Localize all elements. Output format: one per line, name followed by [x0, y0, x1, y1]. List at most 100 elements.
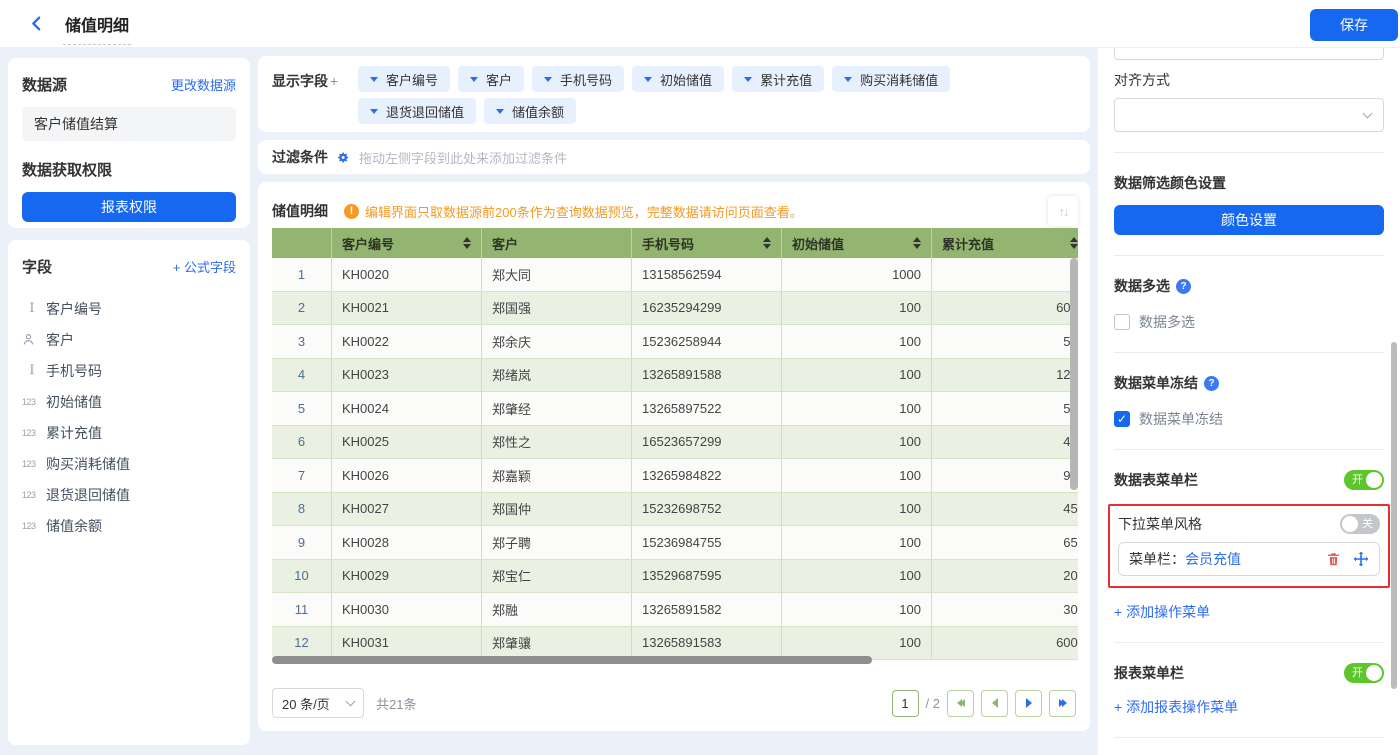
- add-formula-field-link[interactable]: + 公式字段: [173, 257, 236, 276]
- display-field-chip[interactable]: 累计充值: [732, 66, 824, 92]
- table-horizontal-scrollbar[interactable]: [272, 656, 872, 664]
- field-label: 购买消耗储值: [46, 454, 130, 474]
- number-field-icon: 123: [22, 428, 46, 438]
- cell-initial-value: 100: [782, 426, 932, 459]
- dropdown-style-toggle-off[interactable]: 关: [1340, 514, 1380, 534]
- table-row[interactable]: 12KH0031郑肇骧132658915831006000: [272, 627, 1078, 661]
- panel-vertical-scrollbar[interactable]: [1391, 342, 1397, 689]
- display-field-chip[interactable]: 手机号码: [532, 66, 624, 92]
- row-number: 2: [272, 292, 332, 325]
- help-icon[interactable]: ?: [1176, 279, 1191, 294]
- sort-icon[interactable]: [1070, 237, 1078, 249]
- field-item[interactable]: I客户编号: [22, 293, 236, 324]
- save-button[interactable]: 保存: [1310, 9, 1398, 41]
- report-menubar-toggle-on[interactable]: 开: [1344, 663, 1384, 683]
- field-item[interactable]: 123储值余额: [22, 510, 236, 541]
- toggle-on-label: 开: [1352, 474, 1363, 487]
- menu-item-prefix: 菜单栏：: [1129, 549, 1185, 569]
- column-header[interactable]: 手机号码: [632, 228, 782, 258]
- warning-icon: !: [344, 204, 359, 219]
- chip-label: 客户: [486, 70, 512, 89]
- menu-freeze-checkbox-row[interactable]: ✓ 数据菜单冻结: [1114, 409, 1384, 429]
- caret-down-icon: [470, 77, 478, 86]
- checkbox-checked[interactable]: ✓: [1114, 411, 1130, 427]
- column-header[interactable]: 客户编号: [332, 228, 482, 258]
- add-report-menu-link[interactable]: + 添加报表操作菜单: [1114, 697, 1238, 717]
- row-number: 12: [272, 627, 332, 660]
- field-item[interactable]: 客户: [22, 324, 236, 355]
- cell-customer-code: KH0029: [332, 560, 482, 593]
- checkbox-unchecked[interactable]: [1114, 314, 1130, 330]
- table-vertical-scrollbar[interactable]: [1070, 258, 1078, 490]
- trash-icon[interactable]: [1326, 551, 1341, 567]
- page-size-select[interactable]: 20 条/页: [272, 688, 364, 718]
- sort-order-button[interactable]: ↑↓: [1048, 196, 1078, 226]
- display-field-chip[interactable]: 退货退回储值: [358, 98, 476, 124]
- multi-select-checkbox-row[interactable]: 数据多选: [1114, 312, 1384, 332]
- cell-initial-value: 100: [782, 292, 932, 325]
- cell-phone: 13265897522: [632, 392, 782, 425]
- column-header[interactable]: 累计充值: [932, 228, 1078, 258]
- cell-customer-code: KH0025: [332, 426, 482, 459]
- prev-page-button[interactable]: [981, 690, 1008, 717]
- row-number: 7: [272, 459, 332, 492]
- current-page-input[interactable]: 1: [892, 690, 919, 717]
- align-select[interactable]: [1114, 98, 1384, 132]
- sort-icon[interactable]: [763, 237, 771, 249]
- field-list: I客户编号客户I手机号码123初始储值123累计充值123购买消耗储值123退货…: [22, 293, 236, 541]
- display-field-chip[interactable]: 客户: [458, 66, 524, 92]
- change-datasource-link[interactable]: 更改数据源: [171, 75, 236, 94]
- text-field-icon: I: [22, 363, 42, 378]
- table-row[interactable]: 4KH0023郑绪岚132658915881001200: [272, 359, 1078, 393]
- color-settings-button[interactable]: 颜色设置: [1114, 205, 1384, 235]
- display-field-chip[interactable]: 客户编号: [358, 66, 450, 92]
- dropdown-style-label: 下拉菜单风格: [1118, 514, 1202, 534]
- table-menubar-toggle-on[interactable]: 开: [1344, 470, 1384, 490]
- first-page-button[interactable]: [947, 690, 974, 717]
- add-display-field-icon[interactable]: +: [330, 73, 338, 89]
- cell-phone: 16235294299: [632, 292, 782, 325]
- menu-bar-item[interactable]: 菜单栏： 会员充值: [1118, 542, 1380, 576]
- back-icon[interactable]: [28, 15, 45, 32]
- add-action-menu-link[interactable]: + 添加操作菜单: [1114, 602, 1210, 622]
- table-row[interactable]: 8KH0027郑国仲15232698752100450: [272, 493, 1078, 527]
- table-row[interactable]: 6KH0025郑性之16523657299100400: [272, 426, 1078, 460]
- field-item[interactable]: 123购买消耗储值: [22, 448, 236, 479]
- sort-icon[interactable]: [913, 237, 921, 249]
- last-page-button[interactable]: [1049, 690, 1076, 717]
- table-row[interactable]: 1KH0020郑大同1315856259410000: [272, 258, 1078, 292]
- field-label: 储值余额: [46, 516, 102, 536]
- next-page-button[interactable]: [1015, 690, 1042, 717]
- move-icon[interactable]: [1353, 551, 1369, 567]
- cell-phone: 13529687595: [632, 560, 782, 593]
- table-row[interactable]: 3KH0022郑余庆15236258944100500: [272, 325, 1078, 359]
- column-label: 客户: [492, 234, 621, 253]
- report-permission-button[interactable]: 报表权限: [22, 192, 236, 222]
- display-field-chip[interactable]: 储值余额: [484, 98, 576, 124]
- table-row[interactable]: 9KH0028郑子聘15236984755100650: [272, 526, 1078, 560]
- display-field-chip[interactable]: 购买消耗储值: [832, 66, 950, 92]
- cell-phone: 15236984755: [632, 526, 782, 559]
- filter-card[interactable]: 过滤条件 拖动左侧字段到此处来添加过滤条件: [258, 140, 1090, 174]
- row-number: 6: [272, 426, 332, 459]
- display-field-chip[interactable]: 初始储值: [632, 66, 724, 92]
- column-header[interactable]: 初始储值: [782, 228, 932, 258]
- multi-select-title: 数据多选 ?: [1114, 276, 1384, 296]
- datasource-value[interactable]: 客户储值结算: [22, 107, 236, 141]
- field-item[interactable]: 123退货退回储值: [22, 479, 236, 510]
- field-item[interactable]: 123累计充值: [22, 417, 236, 448]
- table-row[interactable]: 2KH0021郑国强162352942991006000: [272, 292, 1078, 326]
- table-row[interactable]: 7KH0026郑嘉颖13265984822100900: [272, 459, 1078, 493]
- help-icon[interactable]: ?: [1204, 376, 1219, 391]
- number-field-icon: 123: [22, 521, 46, 531]
- table-row[interactable]: 5KH0024郑肇经13265897522100500: [272, 392, 1078, 426]
- toggle-off-label: 关: [1362, 518, 1373, 531]
- sort-icon[interactable]: [463, 237, 471, 249]
- gear-icon[interactable]: [335, 150, 350, 165]
- table-row[interactable]: 11KH0030郑融13265891582100300: [272, 593, 1078, 627]
- field-item[interactable]: I手机号码: [22, 355, 236, 386]
- row-number: 4: [272, 359, 332, 392]
- field-item[interactable]: 123初始储值: [22, 386, 236, 417]
- menu-item-value[interactable]: 会员充值: [1185, 549, 1241, 569]
- table-row[interactable]: 10KH0029郑宝仁13529687595100200: [272, 560, 1078, 594]
